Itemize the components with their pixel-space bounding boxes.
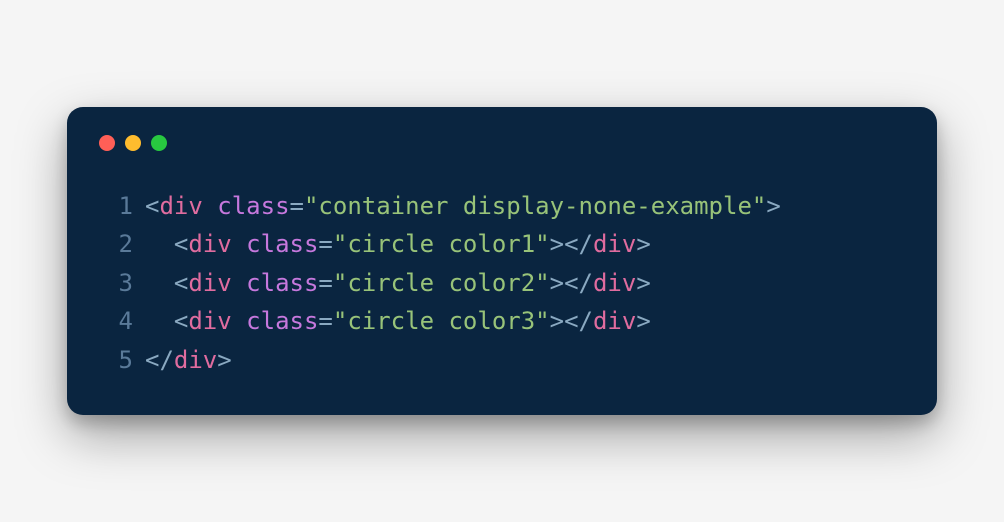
token-tag: div (188, 307, 231, 335)
token-str: "circle color2" (333, 269, 550, 297)
code-block: 1<div class="container display-none-exam… (99, 187, 905, 379)
token-punct: = (318, 307, 332, 335)
token-tag: div (188, 230, 231, 258)
token-tag: div (593, 230, 636, 258)
maximize-icon[interactable] (151, 135, 167, 151)
window-titlebar (99, 135, 905, 151)
token-tag: div (593, 307, 636, 335)
close-icon[interactable] (99, 135, 115, 151)
token-punct: ></ (550, 307, 593, 335)
line-number: 5 (99, 341, 133, 379)
line-number: 1 (99, 187, 133, 225)
token-punct: > (636, 307, 650, 335)
token-tag: div (159, 192, 202, 220)
token-attr: class (217, 192, 289, 220)
line-content: <div class="circle color3"></div> (145, 302, 651, 340)
token-punct: ></ (550, 230, 593, 258)
token-punct: ></ (550, 269, 593, 297)
code-line: 2 <div class="circle color1"></div> (99, 225, 905, 263)
token-punct (232, 307, 246, 335)
code-line: 3 <div class="circle color2"></div> (99, 264, 905, 302)
token-str: "container display-none-example" (304, 192, 766, 220)
token-str: "circle color1" (333, 230, 550, 258)
line-content: <div class="circle color2"></div> (145, 264, 651, 302)
token-attr: class (246, 269, 318, 297)
line-content: <div class="container display-none-examp… (145, 187, 781, 225)
token-punct: < (145, 192, 159, 220)
code-line: 5 </div> (99, 341, 905, 379)
token-punct: < (145, 307, 188, 335)
token-punct (232, 269, 246, 297)
token-punct: < (145, 269, 188, 297)
line-number: 4 (99, 302, 133, 340)
token-punct: > (217, 346, 231, 374)
token-punct: = (290, 192, 304, 220)
token-tag: div (593, 269, 636, 297)
token-punct: < (145, 230, 188, 258)
token-tag: div (188, 269, 231, 297)
line-content: </div> (145, 341, 232, 379)
token-punct: </ (145, 346, 174, 374)
token-attr: class (246, 230, 318, 258)
code-line: 4 <div class="circle color3"></div> (99, 302, 905, 340)
token-str: "circle color3" (333, 307, 550, 335)
code-window: 1<div class="container display-none-exam… (67, 107, 937, 415)
token-tag: div (174, 346, 217, 374)
line-number: 3 (99, 264, 133, 302)
line-number: 2 (99, 225, 133, 263)
token-attr: class (246, 307, 318, 335)
code-line: 1 <div class="container display-none-exam… (99, 187, 905, 225)
token-punct (203, 192, 217, 220)
minimize-icon[interactable] (125, 135, 141, 151)
line-content: <div class="circle color1"></div> (145, 225, 651, 263)
token-punct (232, 230, 246, 258)
token-punct: > (766, 192, 780, 220)
token-punct: > (636, 230, 650, 258)
token-punct: = (318, 269, 332, 297)
token-punct: > (636, 269, 650, 297)
token-punct: = (318, 230, 332, 258)
